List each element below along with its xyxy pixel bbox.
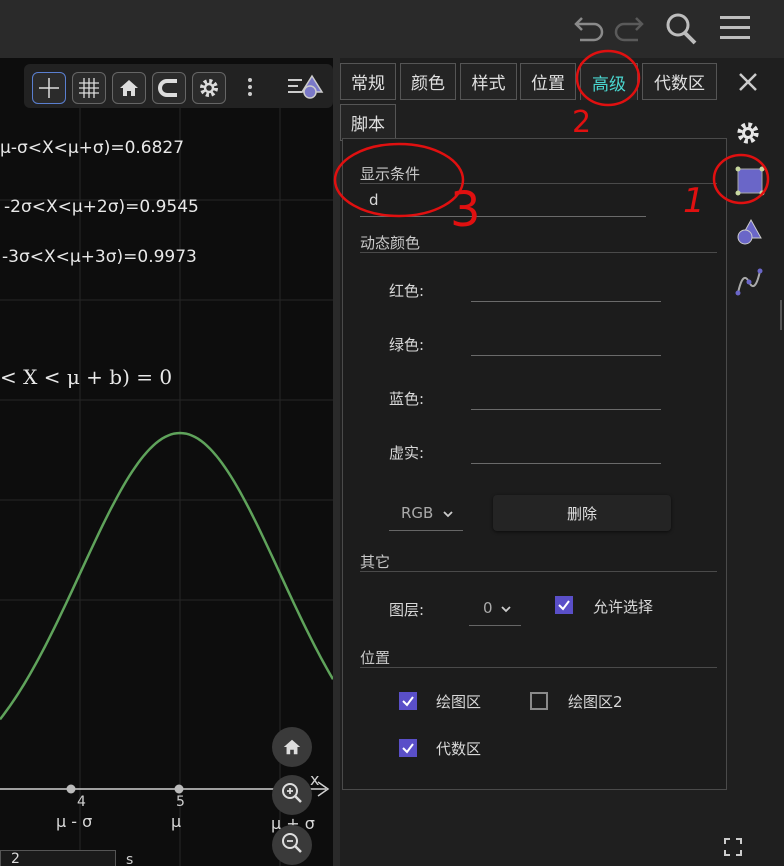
fullscreen-icon[interactable] <box>724 838 742 860</box>
show-condition-label: 显示条件 <box>360 165 421 183</box>
top-bar <box>0 0 784 58</box>
input-field[interactable]: 2 <box>0 850 116 866</box>
zoom-out-icon <box>281 832 303 858</box>
red-label: 红色: <box>389 282 425 300</box>
algebra-label: 代数区 <box>436 740 482 758</box>
chevron-down-icon <box>443 504 453 522</box>
layer-label: 图层: <box>389 601 425 619</box>
menu-icon[interactable] <box>718 14 752 46</box>
normal-curve <box>0 431 333 721</box>
tick-mu-minus-sigma: μ - σ <box>56 812 93 831</box>
input-label: s <box>126 852 134 866</box>
function-icon[interactable] <box>735 268 763 300</box>
dynamic-color-label: 动态颜色 <box>360 234 421 252</box>
zoom-in-button[interactable] <box>272 775 312 815</box>
color-model-value: RGB <box>401 503 434 522</box>
basic-object-icon[interactable] <box>735 166 765 200</box>
opacity-label: 虚实: <box>389 444 425 462</box>
tick-4: 4 <box>77 794 86 810</box>
blue-input[interactable] <box>471 409 661 410</box>
tab-position[interactable]: 位置 <box>520 63 576 100</box>
opacity-input[interactable] <box>471 463 661 464</box>
more-icon[interactable] <box>246 76 254 102</box>
show-condition-input[interactable]: d <box>369 191 379 209</box>
graphics2-checkbox[interactable] <box>530 692 548 710</box>
tab-style[interactable]: 样式 <box>460 63 517 100</box>
zoom-out-button[interactable] <box>272 825 312 865</box>
blue-label: 蓝色: <box>389 390 425 408</box>
magnet-icon[interactable] <box>152 72 186 104</box>
red-input[interactable] <box>471 301 661 302</box>
gear-icon[interactable] <box>735 120 761 150</box>
green-label: 绿色: <box>389 336 425 354</box>
x-axis-label: x <box>310 770 320 789</box>
home-icon[interactable] <box>112 72 146 104</box>
graphics-style-bar <box>24 64 333 108</box>
redo-icon[interactable] <box>612 12 646 48</box>
other-label: 其它 <box>360 553 391 571</box>
algebra-checkbox[interactable] <box>399 739 417 757</box>
layer-value: 0 <box>483 598 493 617</box>
chevron-down-icon <box>500 599 511 617</box>
graphics2-label: 绘图区2 <box>568 693 623 711</box>
divider <box>360 571 717 572</box>
graphics-checkbox[interactable] <box>399 692 417 710</box>
zoom-in-icon <box>281 782 303 808</box>
layer-select[interactable]: 0 <box>469 590 521 626</box>
point-mu <box>174 784 184 794</box>
shapes-icon[interactable] <box>735 218 763 250</box>
tab-algebra[interactable]: 代数区 <box>642 63 717 100</box>
tab-basic[interactable]: 常规 <box>340 63 396 100</box>
divider <box>360 252 717 253</box>
show-condition-underline <box>360 216 646 217</box>
tab-color[interactable]: 颜色 <box>400 63 456 100</box>
green-input[interactable] <box>471 355 661 356</box>
probability-formula: < X < μ + b) = 0 <box>0 365 173 389</box>
allow-select-checkbox[interactable] <box>555 596 573 614</box>
graphics-view[interactable]: μ-σ<X<μ+σ)=0.6827 -2σ<X<μ+2σ)=0.9545 -3σ… <box>0 58 333 866</box>
tick-mu: μ <box>171 812 182 831</box>
divider <box>360 667 717 668</box>
home-view-button[interactable] <box>272 727 312 767</box>
point-mu-minus-sigma <box>66 784 76 794</box>
grid-icon[interactable] <box>72 72 106 104</box>
tick-5: 5 <box>176 794 185 810</box>
style-bar-icon[interactable] <box>286 74 326 104</box>
close-icon[interactable] <box>738 72 758 96</box>
color-model-select[interactable]: RGB <box>389 495 463 531</box>
divider <box>360 183 717 184</box>
gear-icon[interactable] <box>192 72 226 104</box>
formula-3: -3σ<X<μ+3σ)=0.9973 <box>2 247 197 267</box>
search-icon[interactable] <box>664 12 698 50</box>
scroll-edge <box>780 300 782 330</box>
position-label: 位置 <box>360 649 391 667</box>
advanced-tab-content: 显示条件 d 动态颜色 红色: 绿色: 蓝色: 虚实: RGB 删除 其它 图层… <box>342 138 727 790</box>
undo-icon[interactable] <box>572 12 606 48</box>
view-divider[interactable] <box>333 58 340 866</box>
graphics-label: 绘图区 <box>436 693 482 711</box>
delete-button[interactable]: 删除 <box>493 495 671 531</box>
tab-scripting[interactable]: 脚本 <box>340 104 396 141</box>
formula-2: -2σ<X<μ+2σ)=0.9545 <box>4 197 199 217</box>
tab-advanced[interactable]: 高级 <box>580 63 638 100</box>
formula-1: μ-σ<X<μ+σ)=0.6827 <box>0 138 185 158</box>
axes-icon[interactable] <box>32 72 66 104</box>
allow-select-label: 允许选择 <box>593 598 654 616</box>
